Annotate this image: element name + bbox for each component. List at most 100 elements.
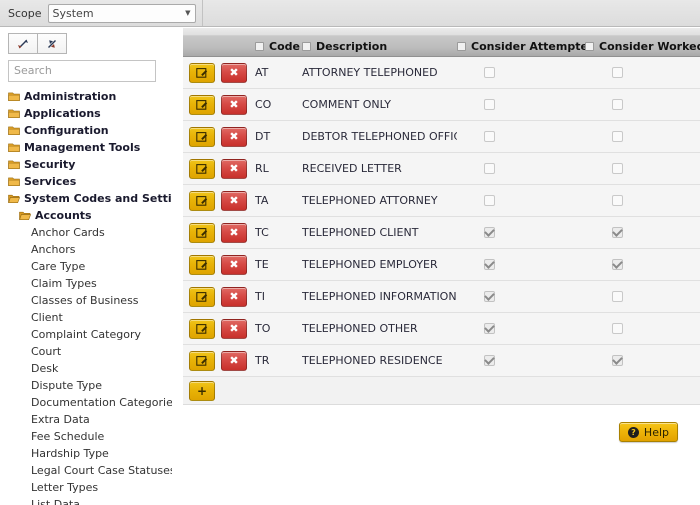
edit-row-button[interactable]	[189, 159, 215, 179]
consider-attempted-checkbox[interactable]	[484, 259, 495, 270]
table-row[interactable]: ✖RLRECEIVED LETTER	[183, 153, 700, 185]
consider-worked-checkbox[interactable]	[612, 67, 623, 78]
tree-item-client[interactable]: Client	[0, 309, 172, 326]
edit-row-button[interactable]	[189, 127, 215, 147]
edit-pencil-icon	[196, 259, 208, 271]
table-row[interactable]: ✖TRTELEPHONED RESIDENCE	[183, 345, 700, 377]
consider-attempted-checkbox[interactable]	[484, 163, 495, 174]
consider-worked-checkbox[interactable]	[612, 355, 623, 366]
consider-attempted-checkbox[interactable]	[484, 99, 495, 110]
edit-row-button[interactable]	[189, 223, 215, 243]
consider-worked-checkbox[interactable]	[612, 163, 623, 174]
tree-item-administration[interactable]: Administration	[0, 88, 172, 105]
consider-worked-checkbox[interactable]	[612, 323, 623, 334]
delete-row-button[interactable]: ✖	[221, 159, 247, 179]
consider-worked-checkbox[interactable]	[612, 131, 623, 142]
tree-item-configuration[interactable]: Configuration	[0, 122, 172, 139]
edit-pencil-icon	[196, 131, 208, 143]
edit-row-button[interactable]	[189, 351, 215, 371]
tree-item-services[interactable]: Services	[0, 173, 172, 190]
consider-attempted-checkbox[interactable]	[484, 355, 495, 366]
tree-item-letter-types[interactable]: Letter Types	[0, 479, 172, 496]
select-all-attempted-checkbox[interactable]	[457, 42, 466, 51]
delete-row-button[interactable]: ✖	[221, 127, 247, 147]
consider-worked-checkbox[interactable]	[612, 227, 623, 238]
table-row[interactable]: ✖TITELEPHONED INFORMATION	[183, 281, 700, 313]
tree-item-classes-of-business[interactable]: Classes of Business	[0, 292, 172, 309]
scope-select[interactable]: System ▼	[48, 4, 196, 23]
search-input[interactable]	[8, 60, 156, 82]
tree-item-care-type[interactable]: Care Type	[0, 258, 172, 275]
tree-item-anchor-cards[interactable]: Anchor Cards	[0, 224, 172, 241]
table-row[interactable]: ✖ATATTORNEY TELEPHONED	[183, 57, 700, 89]
tree-item-hardship-type[interactable]: Hardship Type	[0, 445, 172, 462]
tree-item-complaint-category[interactable]: Complaint Category	[0, 326, 172, 343]
delete-row-button[interactable]: ✖	[221, 319, 247, 339]
delete-row-button[interactable]: ✖	[221, 191, 247, 211]
edit-row-button[interactable]	[189, 255, 215, 275]
header-consider-attempted[interactable]: Consider Attempted	[457, 40, 585, 53]
add-record-button[interactable]: +	[189, 381, 215, 401]
tree-item-security[interactable]: Security	[0, 156, 172, 173]
select-all-code-checkbox[interactable]	[255, 42, 264, 51]
table-row[interactable]: ✖TETELEPHONED EMPLOYER	[183, 249, 700, 281]
tree-item-management-tools[interactable]: Management Tools	[0, 139, 172, 156]
tree-item-list-data[interactable]: List Data	[0, 496, 172, 505]
consider-worked-checkbox[interactable]	[612, 259, 623, 270]
consider-worked-checkbox[interactable]	[612, 99, 623, 110]
table-row[interactable]: ✖TCTELEPHONED CLIENT	[183, 217, 700, 249]
tree-item-label: Court	[31, 345, 61, 358]
tree-item-applications[interactable]: Applications	[0, 105, 172, 122]
select-all-worked-checkbox[interactable]	[585, 42, 594, 51]
edit-row-button[interactable]	[189, 287, 215, 307]
header-consider-worked[interactable]: Consider Worked	[585, 40, 700, 53]
table-row[interactable]: ✖COCOMMENT ONLY	[183, 89, 700, 121]
cell-consider-worked	[585, 259, 700, 270]
tree-item-label: System Codes and Settings	[24, 192, 172, 205]
tree-item-claim-types[interactable]: Claim Types	[0, 275, 172, 292]
consider-attempted-checkbox[interactable]	[484, 131, 495, 142]
delete-row-button[interactable]: ✖	[221, 255, 247, 275]
tree-item-anchors[interactable]: Anchors	[0, 241, 172, 258]
table-row[interactable]: ✖DTDEBTOR TELEPHONED OFFICE	[183, 121, 700, 153]
help-bar: ? Help	[183, 405, 700, 459]
cell-consider-attempted	[457, 99, 585, 110]
header-description[interactable]: Description	[302, 40, 457, 53]
tree-item-label: Care Type	[31, 260, 85, 273]
delete-row-button[interactable]: ✖	[221, 351, 247, 371]
tree-item-dispute-type[interactable]: Dispute Type	[0, 377, 172, 394]
tree-item-extra-data[interactable]: Extra Data	[0, 411, 172, 428]
collapse-all-button[interactable]	[37, 33, 67, 54]
tree-item-fee-schedule[interactable]: Fee Schedule	[0, 428, 172, 445]
header-code[interactable]: Code	[255, 40, 302, 53]
consider-attempted-checkbox[interactable]	[484, 323, 495, 334]
consider-attempted-checkbox[interactable]	[484, 195, 495, 206]
edit-row-button[interactable]	[189, 63, 215, 83]
search-wrapper	[8, 59, 172, 82]
expand-all-button[interactable]	[8, 33, 38, 54]
edit-row-button[interactable]	[189, 191, 215, 211]
tree-item-accounts[interactable]: Accounts	[0, 207, 172, 224]
tree-item-label: Applications	[24, 107, 101, 120]
consider-attempted-checkbox[interactable]	[484, 227, 495, 238]
delete-row-button[interactable]: ✖	[221, 287, 247, 307]
consider-attempted-checkbox[interactable]	[484, 67, 495, 78]
close-icon: ✖	[229, 163, 238, 174]
consider-attempted-checkbox[interactable]	[484, 291, 495, 302]
help-button[interactable]: ? Help	[619, 422, 678, 442]
edit-row-button[interactable]	[189, 319, 215, 339]
table-row[interactable]: ✖TOTELEPHONED OTHER	[183, 313, 700, 345]
delete-row-button[interactable]: ✖	[221, 95, 247, 115]
edit-row-button[interactable]	[189, 95, 215, 115]
tree-item-legal-court-case-statuses[interactable]: Legal Court Case Statuses	[0, 462, 172, 479]
table-row[interactable]: ✖TATELEPHONED ATTORNEY	[183, 185, 700, 217]
delete-row-button[interactable]: ✖	[221, 63, 247, 83]
consider-worked-checkbox[interactable]	[612, 195, 623, 206]
tree-item-documentation-categories[interactable]: Documentation Categories	[0, 394, 172, 411]
consider-worked-checkbox[interactable]	[612, 291, 623, 302]
delete-row-button[interactable]: ✖	[221, 223, 247, 243]
tree-item-desk[interactable]: Desk	[0, 360, 172, 377]
tree-item-court[interactable]: Court	[0, 343, 172, 360]
select-all-description-checkbox[interactable]	[302, 42, 311, 51]
tree-item-system-codes-and-settings[interactable]: System Codes and Settings	[0, 190, 172, 207]
